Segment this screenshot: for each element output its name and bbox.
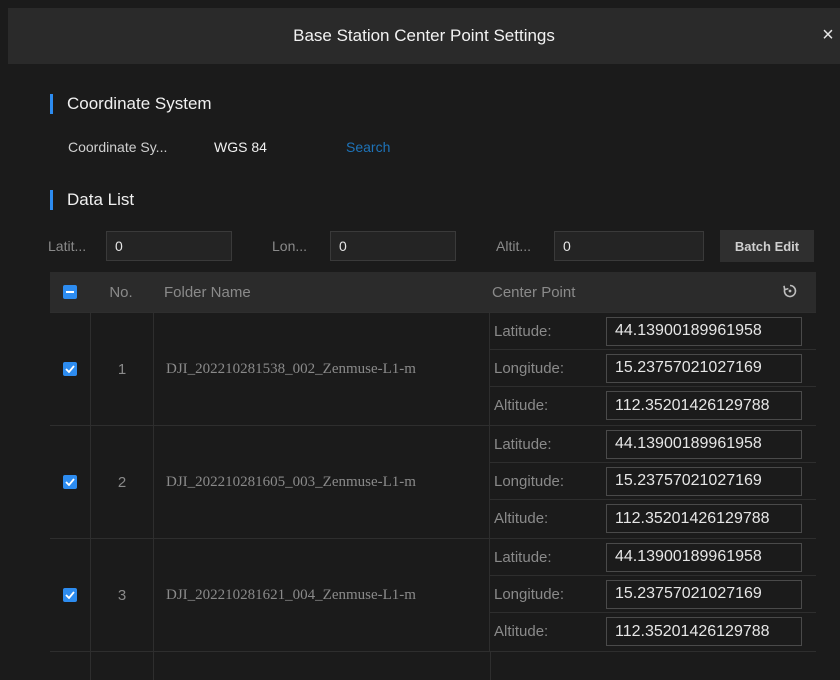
section-accent-bar	[50, 94, 53, 114]
table-row: 1 DJI_202210281538_002_Zenmuse-L1-m Lati…	[50, 312, 816, 425]
table-row-partial	[50, 651, 816, 680]
batch-edit-row: Latit... Lon... Altit... Batch Edit	[48, 229, 816, 263]
latitude-field[interactable]: 44.13900189961958	[606, 542, 802, 572]
longitude-field[interactable]: 15.23757021027169	[606, 353, 802, 383]
row-number: 1	[91, 313, 154, 425]
altitude-line: Altitude: 112.35201426129788	[490, 500, 816, 537]
altitude-line: Altitude: 112.35201426129788	[490, 387, 816, 424]
center-point-group: Latitude: 44.13900189961958 Longitude: 1…	[490, 539, 816, 651]
table-header: No. Folder Name Center Point	[50, 272, 816, 312]
longitude-label: Longitude:	[494, 585, 565, 603]
dialog-title-bar: Base Station Center Point Settings ×	[8, 8, 840, 64]
close-icon[interactable]: ×	[818, 24, 838, 47]
latitude-line: Latitude: 44.13900189961958	[490, 313, 816, 350]
longitude-label: Longitude:	[494, 359, 565, 377]
checkmark-icon[interactable]	[63, 475, 77, 489]
row-checkbox-cell	[50, 539, 91, 651]
partial-cell	[154, 652, 491, 680]
row-folder-name: DJI_202210281621_004_Zenmuse-L1-m	[154, 539, 490, 651]
data-list-section-title: Data List	[67, 190, 135, 209]
partial-cell	[50, 652, 91, 680]
batch-latitude-input[interactable]	[106, 231, 232, 261]
data-table: No. Folder Name Center Point 1 DJI_20221…	[50, 272, 816, 680]
altitude-label: Altitude:	[494, 510, 549, 527]
latitude-label: Latitude:	[494, 322, 552, 340]
latitude-label: Latitude:	[494, 435, 552, 453]
latitude-label: Latitude:	[494, 548, 552, 566]
batch-altitude-group: Altit...	[496, 229, 704, 263]
batch-latitude-label: Latit...	[48, 238, 87, 254]
batch-edit-button[interactable]: Batch Edit	[720, 230, 814, 262]
batch-latitude-group: Latit...	[48, 229, 232, 263]
row-folder-name: DJI_202210281605_003_Zenmuse-L1-m	[154, 426, 490, 538]
latitude-field[interactable]: 44.13900189961958	[606, 316, 802, 346]
altitude-label: Altitude:	[494, 397, 549, 414]
row-checkbox-cell	[50, 313, 91, 425]
header-no: No.	[109, 283, 133, 301]
batch-longitude-group: Lon...	[272, 229, 456, 263]
refresh-icon[interactable]	[782, 283, 798, 304]
header-folder-name: Folder Name	[164, 283, 251, 301]
longitude-label: Longitude:	[494, 472, 565, 490]
longitude-line: Longitude: 15.23757021027169	[490, 463, 816, 500]
row-number: 3	[91, 539, 154, 651]
coordinate-section-header: Coordinate System	[50, 94, 212, 114]
longitude-line: Longitude: 15.23757021027169	[490, 576, 816, 613]
batch-altitude-input[interactable]	[554, 231, 704, 261]
altitude-field[interactable]: 112.35201426129788	[606, 391, 802, 420]
coordinate-system-value: WGS 84	[214, 139, 267, 155]
table-row: 3 DJI_202210281621_004_Zenmuse-L1-m Lati…	[50, 538, 816, 651]
altitude-field[interactable]: 112.35201426129788	[606, 504, 802, 533]
altitude-label: Altitude:	[494, 623, 549, 640]
latitude-line: Latitude: 44.13900189961958	[490, 539, 816, 576]
latitude-field[interactable]: 44.13900189961958	[606, 429, 802, 459]
table-row: 2 DJI_202210281605_003_Zenmuse-L1-m Lati…	[50, 425, 816, 538]
coordinate-system-row: Coordinate Sy... WGS 84 Search	[68, 139, 390, 155]
header-checkbox-cell	[50, 285, 90, 299]
row-folder-name: DJI_202210281538_002_Zenmuse-L1-m	[154, 313, 490, 425]
section-accent-bar	[50, 190, 53, 210]
search-link[interactable]: Search	[346, 139, 390, 155]
longitude-field[interactable]: 15.23757021027169	[606, 579, 802, 609]
center-point-group: Latitude: 44.13900189961958 Longitude: 1…	[490, 426, 816, 538]
data-list-section-header: Data List	[50, 190, 134, 210]
longitude-field[interactable]: 15.23757021027169	[606, 466, 802, 496]
altitude-field[interactable]: 112.35201426129788	[606, 617, 802, 646]
checkmark-icon[interactable]	[63, 362, 77, 376]
coordinate-system-label: Coordinate Sy...	[68, 139, 168, 155]
indeterminate-checkbox-icon[interactable]	[63, 285, 77, 299]
latitude-line: Latitude: 44.13900189961958	[490, 426, 816, 463]
row-number: 2	[91, 426, 154, 538]
partial-cell	[91, 652, 154, 680]
batch-longitude-label: Lon...	[272, 238, 308, 254]
header-center-point: Center Point	[492, 283, 576, 301]
altitude-line: Altitude: 112.35201426129788	[490, 613, 816, 650]
longitude-line: Longitude: 15.23757021027169	[490, 350, 816, 387]
batch-longitude-input[interactable]	[330, 231, 456, 261]
batch-altitude-label: Altit...	[496, 238, 532, 254]
row-checkbox-cell	[50, 426, 91, 538]
dialog-title: Base Station Center Point Settings	[293, 26, 555, 45]
checkmark-icon[interactable]	[63, 588, 77, 602]
center-point-group: Latitude: 44.13900189961958 Longitude: 1…	[490, 313, 816, 425]
coordinate-section-title: Coordinate System	[67, 94, 212, 113]
